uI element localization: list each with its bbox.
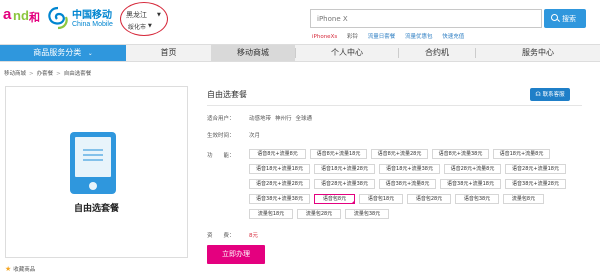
package-option[interactable]: 语音包28元	[407, 194, 451, 204]
nav-item-home[interactable]: 首页	[126, 45, 211, 61]
hot-word-link[interactable]: 快速充值	[442, 32, 464, 40]
hot-word-link[interactable]: 流量优惠包	[405, 32, 433, 40]
andhe-logo[interactable]: a nd 和	[3, 6, 41, 28]
package-option[interactable]: 流量包8元	[503, 194, 544, 204]
china-mobile-logo[interactable]: 中国移动 China Mobile	[47, 4, 117, 34]
screen-line	[83, 149, 103, 151]
package-option[interactable]: 语音28元+流量8元	[444, 164, 501, 174]
product-image-caption: 自由选套餐	[73, 204, 119, 214]
china-mobile-logo-cn: 中国移动	[72, 10, 112, 21]
package-option[interactable]: 流量包28元	[297, 209, 341, 219]
nav-item-label: 服务中心	[522, 48, 554, 57]
breadcrumb-separator-icon: >	[29, 71, 34, 77]
user-brand: 全球通	[295, 116, 313, 122]
breadcrumb: 移动商城 > 办套餐 > 自由选套餐	[4, 69, 91, 77]
package-option[interactable]: 语音28元+流量38元	[314, 179, 375, 189]
china-mobile-logo-en: China Mobile	[72, 21, 113, 28]
search-input[interactable]	[311, 10, 541, 27]
breadcrumb-link[interactable]: 办套餐	[37, 71, 54, 77]
package-option[interactable]: 语音18元+流量38元	[379, 164, 440, 174]
andhe-logo-he: 和	[29, 11, 40, 24]
nav-item-contract-phone[interactable]: 合约机	[399, 45, 475, 61]
package-option[interactable]: 流量包38元	[345, 209, 389, 219]
package-option[interactable]: 语音28元+流量28元	[249, 179, 310, 189]
package-option[interactable]: 语音8元+流量38元	[432, 149, 489, 159]
effective-time-label: 生效时间：	[207, 133, 235, 139]
china-mobile-swirl-icon	[48, 6, 68, 30]
function-label: 功 能：	[207, 153, 235, 159]
effective-time-value: 次月	[249, 133, 261, 139]
nav-item-mall[interactable]: 移动商城	[211, 45, 295, 61]
product-image: 自由选套餐	[5, 86, 188, 258]
tablet-home-button	[89, 182, 97, 190]
andhe-logo-nd: nd	[13, 8, 29, 23]
package-option-selected[interactable]: 语音包8元	[314, 194, 355, 204]
package-option[interactable]: 语音18元+流量8元	[493, 149, 550, 159]
nav-item-label: 合约机	[425, 48, 449, 57]
package-option[interactable]: 语音28元+流量18元	[505, 164, 566, 174]
nav-item-label: 个人中心	[331, 48, 363, 57]
nav-item-label: 首页	[160, 48, 177, 57]
package-option[interactable]: 语音包18元	[359, 194, 403, 204]
package-option[interactable]: 语音8元+流量18元	[310, 149, 367, 159]
package-option[interactable]: 语音38元+流量38元	[249, 194, 310, 204]
category-menu-label: 商品服务分类	[33, 48, 82, 57]
search-icon	[551, 14, 558, 21]
package-option[interactable]: 语音18元+流量18元	[249, 164, 310, 174]
package-option[interactable]: 语音8元+流量28元	[371, 149, 428, 159]
search-field[interactable]	[310, 9, 542, 28]
hot-word-link[interactable]: 彩铃	[347, 32, 358, 40]
nav-item-service-center[interactable]: 服务中心	[476, 45, 600, 61]
andhe-logo-a: a	[3, 6, 12, 23]
suitable-users-value: 动感地带 神州行 全球通	[249, 114, 316, 122]
screen-line	[83, 154, 103, 156]
suitable-users-label: 适合用户：	[207, 116, 235, 122]
breadcrumb-separator-icon: >	[56, 71, 61, 77]
header: a nd 和 中国移动 China Mobile 黑龙江 ▼ 绥化市 ▼ 搜索 …	[0, 0, 600, 40]
fee-label: 资 费：	[207, 233, 235, 239]
tablet-screen	[75, 137, 111, 177]
hot-word-link[interactable]: 流量日套餐	[368, 32, 396, 40]
nav-item-personal-center[interactable]: 个人中心	[296, 45, 398, 61]
buy-now-button[interactable]: 立即办理	[207, 245, 265, 264]
search-button-label: 搜索	[562, 15, 576, 23]
tablet-icon	[70, 132, 116, 194]
search-button[interactable]: 搜索	[544, 9, 586, 28]
hot-search-words: iPhoneXs 彩铃 流量日套餐 流量优惠包 快速充值	[312, 32, 472, 40]
favorite-link[interactable]: ★ 收藏商品	[5, 265, 35, 273]
star-icon: ★	[5, 265, 12, 273]
user-brand: 神州行	[275, 116, 292, 122]
package-option[interactable]: 语音8元+流量8元	[249, 149, 306, 159]
favorite-label: 收藏商品	[13, 267, 36, 273]
package-option[interactable]: 语音38元+流量8元	[379, 179, 436, 189]
user-brand: 动感地带	[249, 116, 272, 122]
package-option[interactable]: 语音38元+流量28元	[505, 179, 566, 189]
hot-word-link[interactable]: iPhoneXs	[312, 34, 337, 40]
breadcrumb-link[interactable]: 移动商城	[4, 71, 26, 77]
screen-line	[83, 159, 103, 161]
chevron-down-icon: ⌄	[87, 50, 93, 57]
package-option[interactable]: 语音包38元	[455, 194, 499, 204]
package-option[interactable]: 流量包18元	[249, 209, 293, 219]
nav-item-label: 移动商城	[237, 48, 269, 57]
package-option[interactable]: 语音38元+流量18元	[440, 179, 501, 189]
annotation-circle	[120, 2, 168, 36]
title-divider	[207, 105, 582, 106]
package-option[interactable]: 语音18元+流量28元	[314, 164, 375, 174]
main-nav: 商品服务分类 ⌄ 首页 移动商城 个人中心 合约机 服务中心	[0, 44, 600, 62]
category-menu-button[interactable]: 商品服务分类 ⌄	[0, 45, 126, 61]
customer-service-button[interactable]: ☊ 联系客服	[530, 88, 570, 101]
breadcrumb-current: 自由选套餐	[63, 71, 92, 77]
product-title: 自由选套餐	[207, 90, 247, 99]
customer-service-label: 联系客服	[542, 92, 565, 98]
price-value: 8元	[249, 233, 258, 239]
headset-icon: ☊	[535, 91, 541, 98]
